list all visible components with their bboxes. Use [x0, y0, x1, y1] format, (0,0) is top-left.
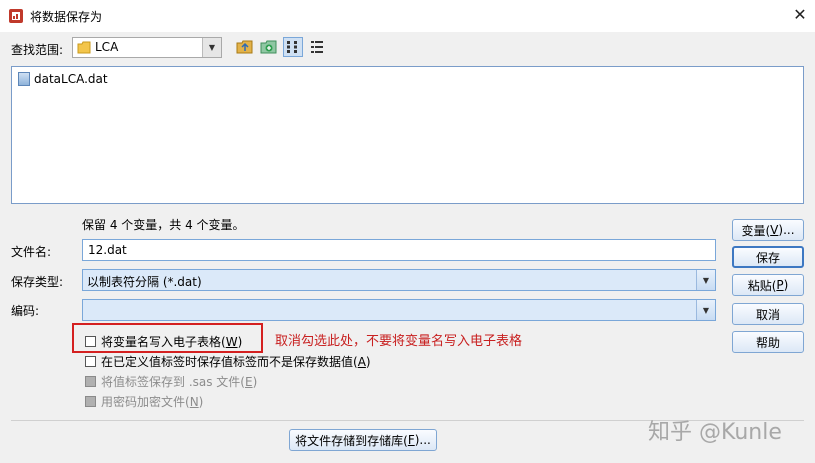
encoding-label: 编码: [11, 304, 40, 318]
checkbox-encrypt [85, 396, 96, 407]
close-icon[interactable]: ✕ [790, 5, 810, 25]
filename-value: 12.dat [88, 243, 127, 257]
cancel-button[interactable]: 取消 [732, 303, 804, 325]
encoding-select[interactable]: ▼ [82, 299, 716, 321]
spss-app-icon [8, 8, 24, 24]
option-label: 用密码加密文件(N) [101, 395, 204, 409]
file-name: dataLCA.dat [34, 72, 108, 86]
folder-icon [77, 41, 91, 57]
list-view-icon[interactable] [283, 37, 303, 57]
option-sas-file: 将值标签保存到 .sas 文件(E) [85, 373, 257, 390]
option-encrypt: 用密码加密文件(N) [85, 393, 203, 410]
file-list[interactable]: dataLCA.dat [11, 66, 804, 204]
checkbox-sas-file [85, 376, 96, 387]
details-view-icon[interactable] [307, 37, 327, 57]
window-title: 将数据保存为 [30, 10, 103, 24]
paste-button[interactable]: 粘贴(P) [732, 274, 804, 296]
filename-input[interactable]: 12.dat [82, 239, 716, 261]
checkbox-save-value-labels[interactable] [85, 356, 96, 367]
save-button[interactable]: 保存 [732, 246, 804, 268]
chevron-down-icon[interactable]: ▼ [202, 38, 221, 57]
help-button[interactable]: 帮助 [732, 331, 804, 353]
option-save-value-labels[interactable]: 在已定义值标签时保存值标签而不是保存数据值(A) [85, 353, 371, 370]
option-label: 将值标签保存到 .sas 文件(E) [101, 375, 258, 389]
variable-info-text: 保留 4 个变量，共 4 个变量。 [82, 218, 245, 232]
list-item[interactable]: dataLCA.dat [18, 72, 108, 86]
file-icon [18, 72, 30, 86]
chevron-down-icon[interactable]: ▼ [696, 270, 715, 290]
filetype-value: 以制表符分隔 (*.dat) [87, 275, 202, 289]
option-label: 在已定义值标签时保存值标签而不是保存数据值(A) [101, 355, 371, 369]
filename-label: 文件名: [11, 245, 52, 259]
lookin-select[interactable]: LCA ▼ [72, 37, 222, 58]
chevron-down-icon[interactable]: ▼ [696, 300, 715, 320]
lookin-value: LCA [95, 40, 119, 54]
filetype-label: 保存类型: [11, 275, 64, 289]
annotation-text: 取消勾选此处，不要将变量名写入电子表格 [275, 334, 523, 349]
filetype-select[interactable]: 以制表符分隔 (*.dat) ▼ [82, 269, 716, 291]
watermark: 知乎 @Kunle [648, 420, 782, 445]
up-folder-icon[interactable] [235, 37, 255, 57]
lookin-label: 查找范围: [11, 43, 64, 57]
store-repository-button[interactable]: 将文件存储到存储库(F)... [289, 429, 437, 451]
title-bar [0, 0, 815, 32]
variables-button[interactable]: 变量(V)... [732, 219, 804, 241]
new-folder-icon[interactable] [259, 37, 279, 57]
highlight-box [72, 323, 263, 353]
